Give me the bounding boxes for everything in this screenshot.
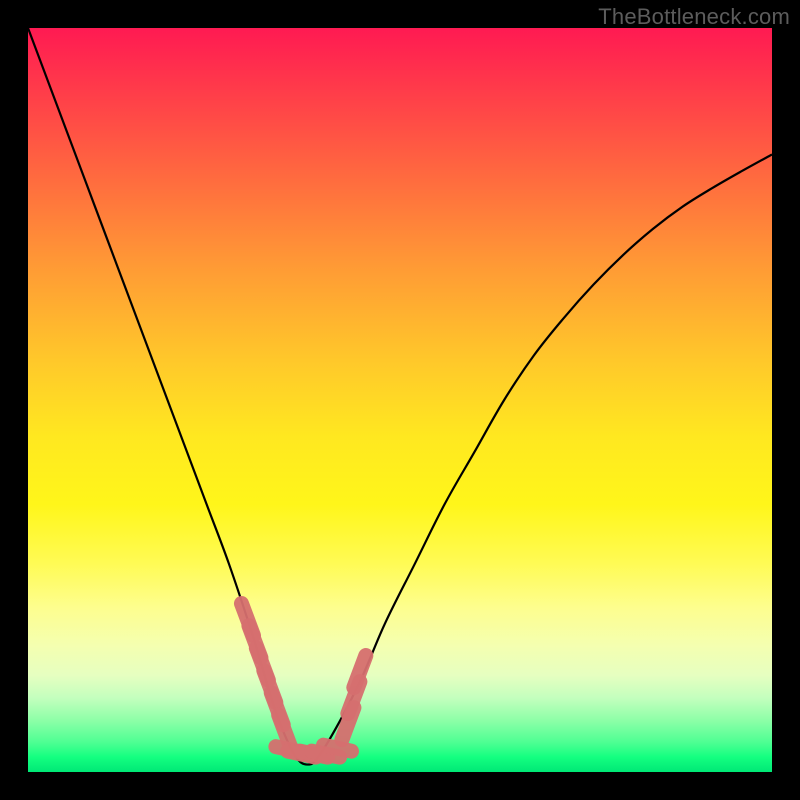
chart-frame: TheBottleneck.com — [0, 0, 800, 800]
chart-overlay — [28, 28, 772, 772]
marker-group — [241, 603, 365, 757]
bottleneck-curve — [28, 28, 772, 765]
plot-area — [28, 28, 772, 772]
watermark-text: TheBottleneck.com — [598, 4, 790, 30]
curve-marker — [324, 745, 352, 751]
